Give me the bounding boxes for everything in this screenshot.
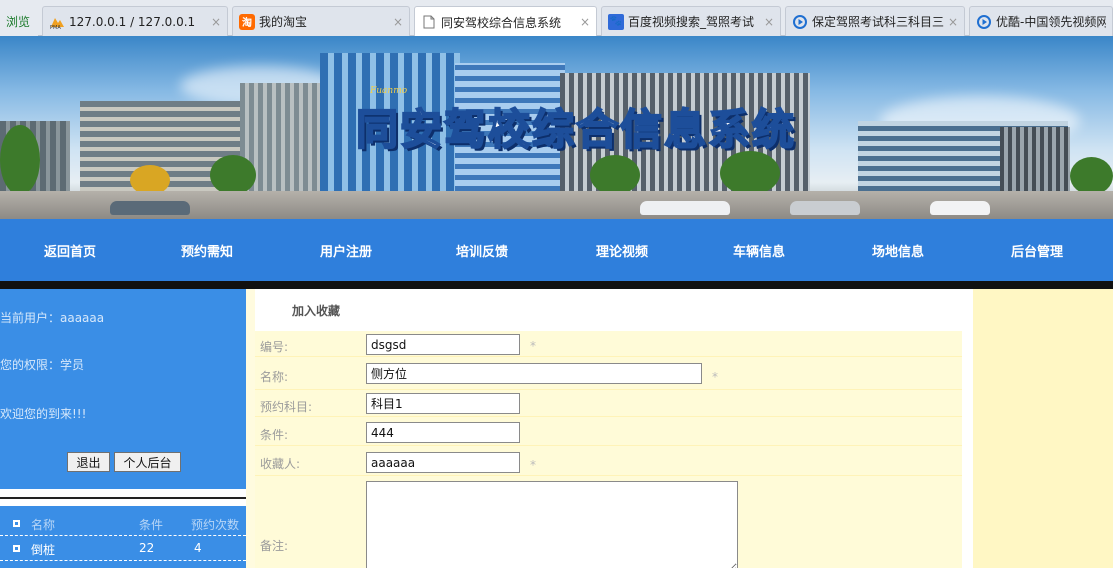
nav-divider xyxy=(0,281,1113,289)
nav-home[interactable]: 返回首页 xyxy=(44,241,96,260)
bullet-icon xyxy=(13,545,20,552)
phpmyadmin-icon: PMA xyxy=(49,14,65,30)
tab-title: 百度视频搜索_驾照考试 xyxy=(628,15,755,29)
right-panel xyxy=(973,289,1113,568)
nav-venue-info[interactable]: 场地信息 xyxy=(872,241,924,260)
tree-decoration xyxy=(590,155,640,195)
building-illustration xyxy=(1000,127,1070,191)
tab-title: 127.0.0.1 / 127.0.0.1 xyxy=(69,14,196,29)
header-banner: Fuanmo 同安驾校综合信息系统 xyxy=(0,36,1113,219)
column-header-name: 名称 xyxy=(31,518,56,532)
item-condition: 22 xyxy=(139,541,155,555)
item-count: 4 xyxy=(194,541,202,555)
required-mark: * xyxy=(530,339,536,353)
browser-tab-baidu-video[interactable]: 🐾 百度视频搜索_驾照考试 × xyxy=(601,6,781,36)
logout-button[interactable]: 退出 xyxy=(67,452,110,472)
close-icon[interactable]: × xyxy=(764,15,774,29)
browser-tab-baoding[interactable]: 保定驾照考试科三科目三 × xyxy=(785,6,965,36)
subject-input[interactable] xyxy=(366,393,520,414)
close-icon[interactable]: × xyxy=(211,15,221,29)
required-mark: * xyxy=(712,370,718,384)
form-row-condition: 条件: xyxy=(255,417,962,446)
car-decoration xyxy=(110,201,190,215)
form-row-id: 编号: * xyxy=(255,331,962,357)
favorite-form: 编号: * 名称: * 预约科目: 条件: 收藏人: * 备注: xyxy=(255,331,962,568)
close-icon[interactable]: × xyxy=(948,15,958,29)
tab-title: 保定驾照考试科三科目三 xyxy=(812,15,944,29)
banner-logo: Fuanmo xyxy=(370,86,408,96)
tree-decoration xyxy=(210,155,256,195)
user-sidebar: 当前用户：aaaaaa 您的权限：学员 欢迎您的到来!!! 退出 个人后台 xyxy=(0,289,246,489)
tree-decoration xyxy=(1070,157,1113,195)
nav-feedback[interactable]: 培训反馈 xyxy=(456,241,508,260)
field-label: 备注: xyxy=(260,539,289,553)
nav-register[interactable]: 用户注册 xyxy=(320,241,372,260)
field-label: 收藏人: xyxy=(260,457,301,471)
tree-decoration xyxy=(0,125,40,195)
play-icon xyxy=(792,14,808,30)
tab-title: 同安驾校综合信息系统 xyxy=(441,15,562,30)
nav-theory-video[interactable]: 理论视频 xyxy=(596,241,648,260)
car-decoration xyxy=(930,201,990,215)
taobao-icon: 淘 xyxy=(239,13,255,30)
page-icon xyxy=(421,14,437,30)
browser-tab-phpmyadmin[interactable]: PMA 127.0.0.1 / 127.0.0.1 × xyxy=(42,6,228,36)
site-title: 同安驾校综合信息系统 xyxy=(355,104,797,155)
id-input[interactable] xyxy=(366,334,520,355)
form-row-collector: 收藏人: * xyxy=(255,446,962,476)
baidu-paw-icon: 🐾 xyxy=(608,13,624,30)
list-item[interactable]: 倒桩 22 4 xyxy=(0,537,246,561)
form-row-name: 名称: * xyxy=(255,357,962,390)
nav-vehicle-info[interactable]: 车辆信息 xyxy=(733,241,785,260)
form-row-subject: 预约科目: xyxy=(255,390,962,417)
play-icon xyxy=(976,14,992,30)
field-label: 编号: xyxy=(260,340,289,354)
tree-decoration xyxy=(720,151,780,195)
user-role-label: 您的权限：学员 xyxy=(0,358,85,372)
column-header-condition: 条件 xyxy=(139,518,164,532)
close-icon[interactable]: × xyxy=(393,15,403,29)
sidebar-divider xyxy=(0,489,246,499)
field-label: 名称: xyxy=(260,370,289,384)
collector-input[interactable] xyxy=(366,452,520,473)
tab-title: 浏览 xyxy=(6,14,31,29)
tab-title: 我的淘宝 xyxy=(259,15,308,29)
car-decoration xyxy=(640,201,730,215)
car-decoration xyxy=(790,201,860,215)
list-header: 名称 条件 预约次数 xyxy=(0,512,246,536)
browser-tab-compat-view[interactable]: 浏览 xyxy=(0,6,38,36)
field-label: 预约科目: xyxy=(260,400,313,414)
form-row-remark: 备注: xyxy=(255,476,962,568)
column-header-count: 预约次数 xyxy=(191,518,240,532)
current-user-label: 当前用户：aaaaaa xyxy=(0,311,105,325)
close-icon[interactable]: × xyxy=(580,15,590,29)
main-nav: 返回首页 预约需知 用户注册 培训反馈 理论视频 车辆信息 场地信息 后台管理 xyxy=(0,219,1113,281)
bullet-icon xyxy=(13,520,20,527)
welcome-text: 欢迎您的到来!!! xyxy=(0,407,87,421)
nav-admin[interactable]: 后台管理 xyxy=(1011,241,1063,260)
condition-input[interactable] xyxy=(366,422,520,443)
item-name[interactable]: 倒桩 xyxy=(31,541,55,558)
nav-booking-notice[interactable]: 预约需知 xyxy=(181,241,233,260)
browser-tab-youku[interactable]: 优酷-中国领先视频网 xyxy=(969,6,1113,36)
remark-textarea[interactable] xyxy=(366,481,738,568)
required-mark: * xyxy=(530,458,536,472)
browser-tab-taobao[interactable]: 淘 我的淘宝 × xyxy=(232,6,410,36)
browser-tab-strip: 浏览 PMA 127.0.0.1 / 127.0.0.1 × 淘 我的淘宝 × … xyxy=(0,0,1113,37)
svg-text:PMA: PMA xyxy=(50,25,61,29)
field-label: 条件: xyxy=(260,428,289,442)
booking-list: 名称 条件 预约次数 倒桩 22 4 xyxy=(0,506,246,568)
browser-tab-active[interactable]: 同安驾校综合信息系统 × xyxy=(414,6,597,37)
tab-title: 优酷-中国领先视频网 xyxy=(996,15,1106,29)
page-title: 加入收藏 xyxy=(292,304,341,318)
personal-center-button[interactable]: 个人后台 xyxy=(114,452,181,472)
name-input[interactable] xyxy=(366,363,702,384)
